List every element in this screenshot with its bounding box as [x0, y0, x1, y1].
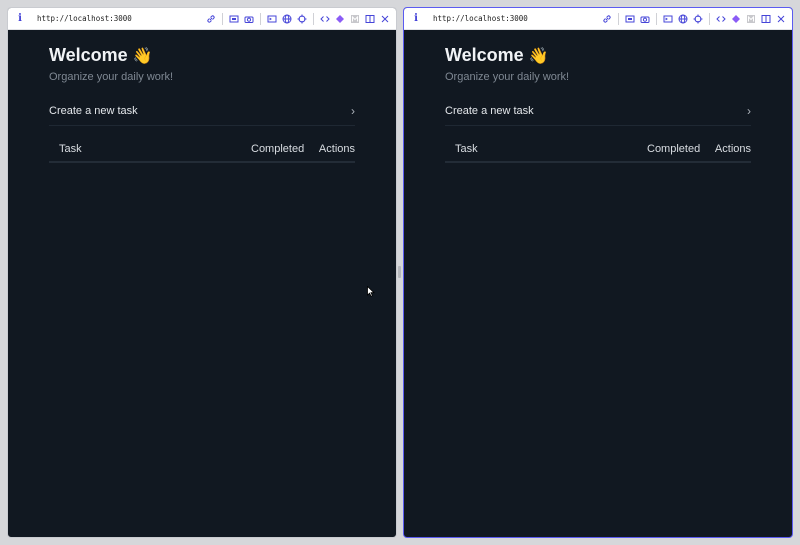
close-icon[interactable]	[380, 14, 390, 24]
crosshair-icon[interactable]	[297, 14, 307, 24]
create-task-label: Create a new task	[49, 105, 138, 117]
column-header-actions: Actions	[714, 142, 751, 155]
toolbar-separator	[222, 12, 223, 25]
pane-resize-handle[interactable]	[398, 266, 401, 278]
gem-icon[interactable]	[731, 14, 741, 24]
page-header: Welcome 👋	[49, 45, 355, 66]
chevron-right-icon: ›	[351, 104, 355, 118]
link-icon[interactable]	[206, 14, 216, 24]
page-content: Welcome 👋 Organize your daily work! Crea…	[404, 45, 792, 163]
column-header-completed: Completed	[647, 142, 701, 155]
toolbar-separator	[260, 12, 261, 25]
toolbar-separator	[618, 12, 619, 25]
screenshot-icon[interactable]	[625, 14, 635, 24]
code-icon[interactable]	[320, 14, 330, 24]
task-table-header: Task Completed Actions	[445, 136, 751, 163]
browser-toolbar: i http://localhost:3000	[404, 8, 792, 30]
page-title: Welcome	[445, 45, 524, 65]
terminal-icon[interactable]	[663, 14, 673, 24]
globe-icon[interactable]	[282, 14, 292, 24]
globe-icon[interactable]	[678, 14, 688, 24]
info-icon[interactable]: i	[14, 13, 26, 24]
column-header-completed: Completed	[251, 142, 305, 155]
create-task-link[interactable]: Create a new task ›	[445, 97, 751, 126]
m-icon[interactable]	[350, 14, 360, 24]
browser-pane-left: i http://localhost:3000 Welcome 👋 Organi…	[7, 7, 397, 538]
split-view-icon[interactable]	[761, 14, 771, 24]
link-icon[interactable]	[602, 14, 612, 24]
page-content: Welcome 👋 Organize your daily work! Crea…	[8, 45, 396, 163]
chevron-right-icon: ›	[747, 104, 751, 118]
gem-icon[interactable]	[335, 14, 345, 24]
url-field[interactable]: http://localhost:3000	[433, 14, 597, 23]
toolbar-separator	[313, 12, 314, 25]
browser-pane-right: i http://localhost:3000 Welcome 👋 Organi…	[403, 7, 793, 538]
create-task-link[interactable]: Create a new task ›	[49, 97, 355, 126]
page-subtitle: Organize your daily work!	[445, 71, 570, 83]
wave-emoji: 👋	[132, 47, 153, 65]
column-header-task: Task	[59, 142, 82, 155]
toolbar-separator	[656, 12, 657, 25]
mouse-cursor-icon	[367, 286, 375, 297]
camera-icon[interactable]	[640, 14, 650, 24]
wave-emoji: 👋	[528, 47, 549, 65]
terminal-icon[interactable]	[267, 14, 277, 24]
column-header-actions: Actions	[318, 142, 355, 155]
split-view-icon[interactable]	[365, 14, 375, 24]
task-table-header: Task Completed Actions	[49, 136, 355, 163]
toolbar-separator	[709, 12, 710, 25]
column-header-task: Task	[455, 142, 478, 155]
page-subtitle: Organize your daily work!	[49, 71, 174, 83]
screenshot-icon[interactable]	[229, 14, 239, 24]
m-icon[interactable]	[746, 14, 756, 24]
camera-icon[interactable]	[244, 14, 254, 24]
close-icon[interactable]	[776, 14, 786, 24]
page-header: Welcome 👋	[445, 45, 751, 66]
code-icon[interactable]	[716, 14, 726, 24]
url-field[interactable]: http://localhost:3000	[37, 14, 201, 23]
crosshair-icon[interactable]	[693, 14, 703, 24]
info-icon[interactable]: i	[410, 13, 422, 24]
page-title: Welcome	[49, 45, 128, 65]
create-task-label: Create a new task	[445, 105, 534, 117]
browser-toolbar: i http://localhost:3000	[8, 8, 396, 30]
